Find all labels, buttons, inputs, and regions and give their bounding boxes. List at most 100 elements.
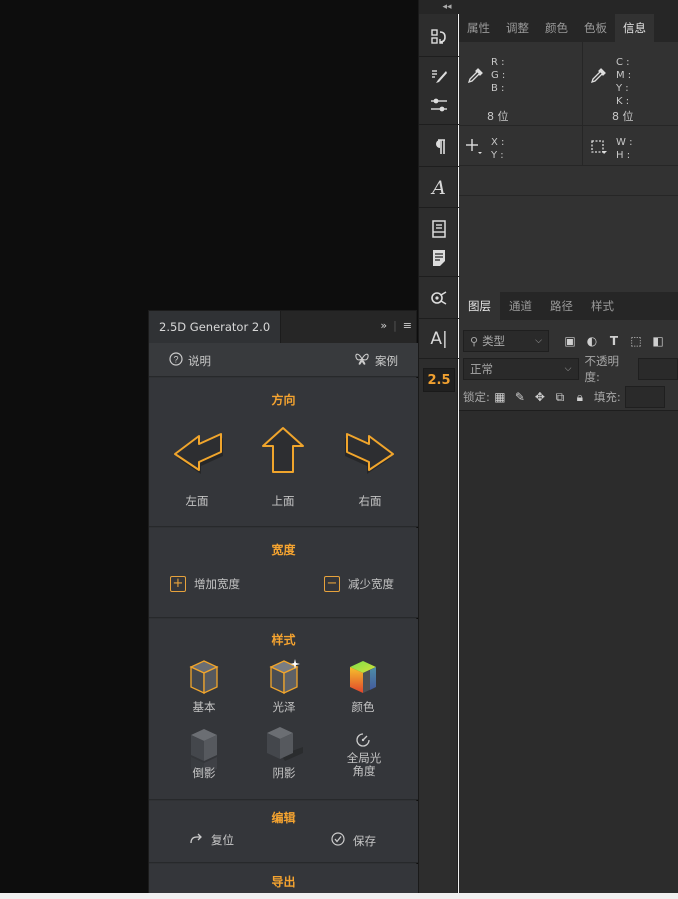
basic-style-label: 基本 xyxy=(192,700,216,714)
history-icon[interactable] xyxy=(423,24,455,50)
brush-presets-icon[interactable] xyxy=(423,64,455,90)
gloss-style-cube-icon[interactable] xyxy=(269,659,300,695)
style-section: 样式 基本 光泽 颜色 倒影 阴影 全局光 角度 xyxy=(149,619,418,800)
basic-style-cube-icon[interactable] xyxy=(189,659,219,695)
color-style-cube-icon[interactable] xyxy=(348,659,376,693)
generator-plugin-badge[interactable]: 2.5 xyxy=(423,368,455,392)
save-button[interactable]: 保存 xyxy=(331,832,376,849)
checkmark-circle-icon xyxy=(331,832,345,849)
filter-type-icon[interactable]: T xyxy=(603,331,625,351)
tab-adjustments[interactable]: 调整 xyxy=(498,14,537,42)
lock-pixels-icon[interactable]: ✎ xyxy=(510,387,530,407)
filter-shape-icon[interactable]: ⬚ xyxy=(625,331,647,351)
reflection-style-label: 倒影 xyxy=(192,766,216,780)
global-light-icon[interactable] xyxy=(356,733,370,750)
collapse-panels-button[interactable]: ◂◂ xyxy=(419,0,459,14)
fill-input[interactable] xyxy=(624,386,665,408)
reset-label: 复位 xyxy=(211,833,234,847)
width-section: 宽度 + 增加宽度 − 减少宽度 xyxy=(149,528,418,618)
panel-menu-icon[interactable]: ≡ xyxy=(403,319,412,332)
glyphs-icon[interactable]: A| xyxy=(423,326,455,352)
save-label: 保存 xyxy=(353,833,376,848)
plugin-header: 2.5D Generator 2.0 » | ≡ xyxy=(149,311,416,343)
tab-swatches[interactable]: 色板 xyxy=(576,14,615,42)
crosshair-icon xyxy=(465,138,483,160)
decrease-width-icon[interactable]: − xyxy=(324,576,340,592)
paragraph-icon[interactable] xyxy=(423,134,455,160)
eyedropper-cmyk-icon[interactable] xyxy=(590,68,606,88)
filter-adjustment-icon[interactable]: ◐ xyxy=(581,331,603,351)
lock-all-icon[interactable]: 🔒︎ xyxy=(570,387,590,407)
butterfly-icon xyxy=(354,352,370,369)
direction-top-arrow-icon[interactable] xyxy=(260,424,306,479)
tab-styles[interactable]: 样式 xyxy=(582,292,623,320)
window-bottom-edge xyxy=(0,893,678,899)
layer-filter-select[interactable]: ⚲ 类型 ⌵ xyxy=(463,330,549,352)
filter-pixel-icon[interactable]: ▣ xyxy=(559,331,581,351)
notes-icon[interactable] xyxy=(423,245,455,271)
decrease-width-button[interactable]: 减少宽度 xyxy=(348,576,394,592)
character-styles-icon[interactable]: A xyxy=(423,175,455,201)
right-panel-dock: 属性 调整 颜色 色板 信息 R : G : B : 8 位 C : M : Y… xyxy=(459,0,678,893)
layers-list[interactable] xyxy=(459,410,678,893)
gloss-style-label: 光泽 xyxy=(272,700,296,714)
rgb-labels: R : G : B : xyxy=(491,57,506,94)
global-light-angle-label: 角度 xyxy=(352,764,376,778)
layers-panel-body: ⚲ 类型 ⌵ ▣ ◐ T ⬚ ◧ 正常 ⌵ 不透明度: 锁定: ▦ ✎ ✥ ⧉ … xyxy=(459,320,678,893)
info-panel-tabs: 属性 调整 颜色 色板 信息 xyxy=(459,0,678,42)
cases-label: 案例 xyxy=(375,353,398,368)
panel-icon-strip: ◂◂ A A| 2.5 xyxy=(418,0,459,893)
filter-smart-object-icon[interactable]: ◧ xyxy=(647,331,669,351)
lock-position-icon[interactable]: ✥ xyxy=(530,387,550,407)
color-style-label: 颜色 xyxy=(351,700,375,714)
question-icon: ? xyxy=(169,352,183,369)
plugin-help-bar: ? 说明 案例 xyxy=(149,343,418,377)
help-button[interactable]: ? 说明 xyxy=(169,352,211,369)
direction-right-arrow-icon[interactable] xyxy=(341,430,397,479)
selection-size-icon xyxy=(590,138,608,160)
direction-left-label: 左面 xyxy=(185,494,209,508)
search-icon: ⚲ xyxy=(470,334,479,348)
tab-info[interactable]: 信息 xyxy=(615,14,654,42)
tab-properties[interactable]: 属性 xyxy=(459,14,498,42)
direction-left-arrow-icon[interactable] xyxy=(171,430,227,479)
opacity-input[interactable] xyxy=(638,358,678,380)
blend-mode-select[interactable]: 正常 ⌵ xyxy=(463,358,579,380)
tab-paths[interactable]: 路径 xyxy=(541,292,582,320)
paragraph-styles-icon[interactable] xyxy=(423,216,455,242)
shadow-style-cube-icon[interactable] xyxy=(265,725,303,761)
fill-label: 填充: xyxy=(593,390,621,404)
bit-depth-left: 8 位 xyxy=(487,110,509,123)
direction-top-label: 上面 xyxy=(271,494,295,508)
info-panel-body: R : G : B : 8 位 C : M : Y : K : 8 位 X : … xyxy=(459,42,678,292)
lock-artboard-icon[interactable]: ⧉ xyxy=(550,387,570,407)
expand-panel-icon[interactable]: » xyxy=(380,319,387,332)
export-section: 导出 xyxy=(149,864,418,894)
layers-panel-tabs: 图层 通道 路径 样式 xyxy=(459,292,678,320)
help-label: 说明 xyxy=(188,353,211,368)
chevron-down-icon: ⌵ xyxy=(535,336,542,346)
adjustment-sliders-icon[interactable] xyxy=(423,92,455,118)
lock-transparency-icon[interactable]: ▦ xyxy=(490,387,510,407)
increase-width-icon[interactable]: + xyxy=(170,576,186,592)
libraries-icon[interactable] xyxy=(423,285,455,311)
cmyk-labels: C : M : Y : K : xyxy=(616,57,632,107)
bit-depth-right: 8 位 xyxy=(612,110,634,123)
plugin-title-tab[interactable]: 2.5D Generator 2.0 xyxy=(149,311,282,343)
blend-mode-value: 正常 xyxy=(470,362,493,376)
tab-color[interactable]: 颜色 xyxy=(537,14,576,42)
layer-filter-value: 类型 xyxy=(482,334,506,348)
edit-title: 编辑 xyxy=(271,811,296,825)
tab-channels[interactable]: 通道 xyxy=(500,292,541,320)
style-title: 样式 xyxy=(271,633,296,647)
cases-button[interactable]: 案例 xyxy=(354,352,398,369)
xy-labels: X : Y : xyxy=(491,137,505,161)
reset-arrow-icon xyxy=(189,833,203,848)
generator-plugin-panel: 2.5D Generator 2.0 » | ≡ ? 说明 案例 方向 左面 上… xyxy=(148,310,418,894)
global-light-button[interactable]: 全局光 角度 xyxy=(338,752,390,778)
tab-layers[interactable]: 图层 xyxy=(459,292,500,320)
reset-button[interactable]: 复位 xyxy=(189,832,234,848)
opacity-label: 不透明度: xyxy=(584,354,620,384)
increase-width-button[interactable]: 增加宽度 xyxy=(194,576,240,592)
eyedropper-icon[interactable] xyxy=(467,68,483,88)
